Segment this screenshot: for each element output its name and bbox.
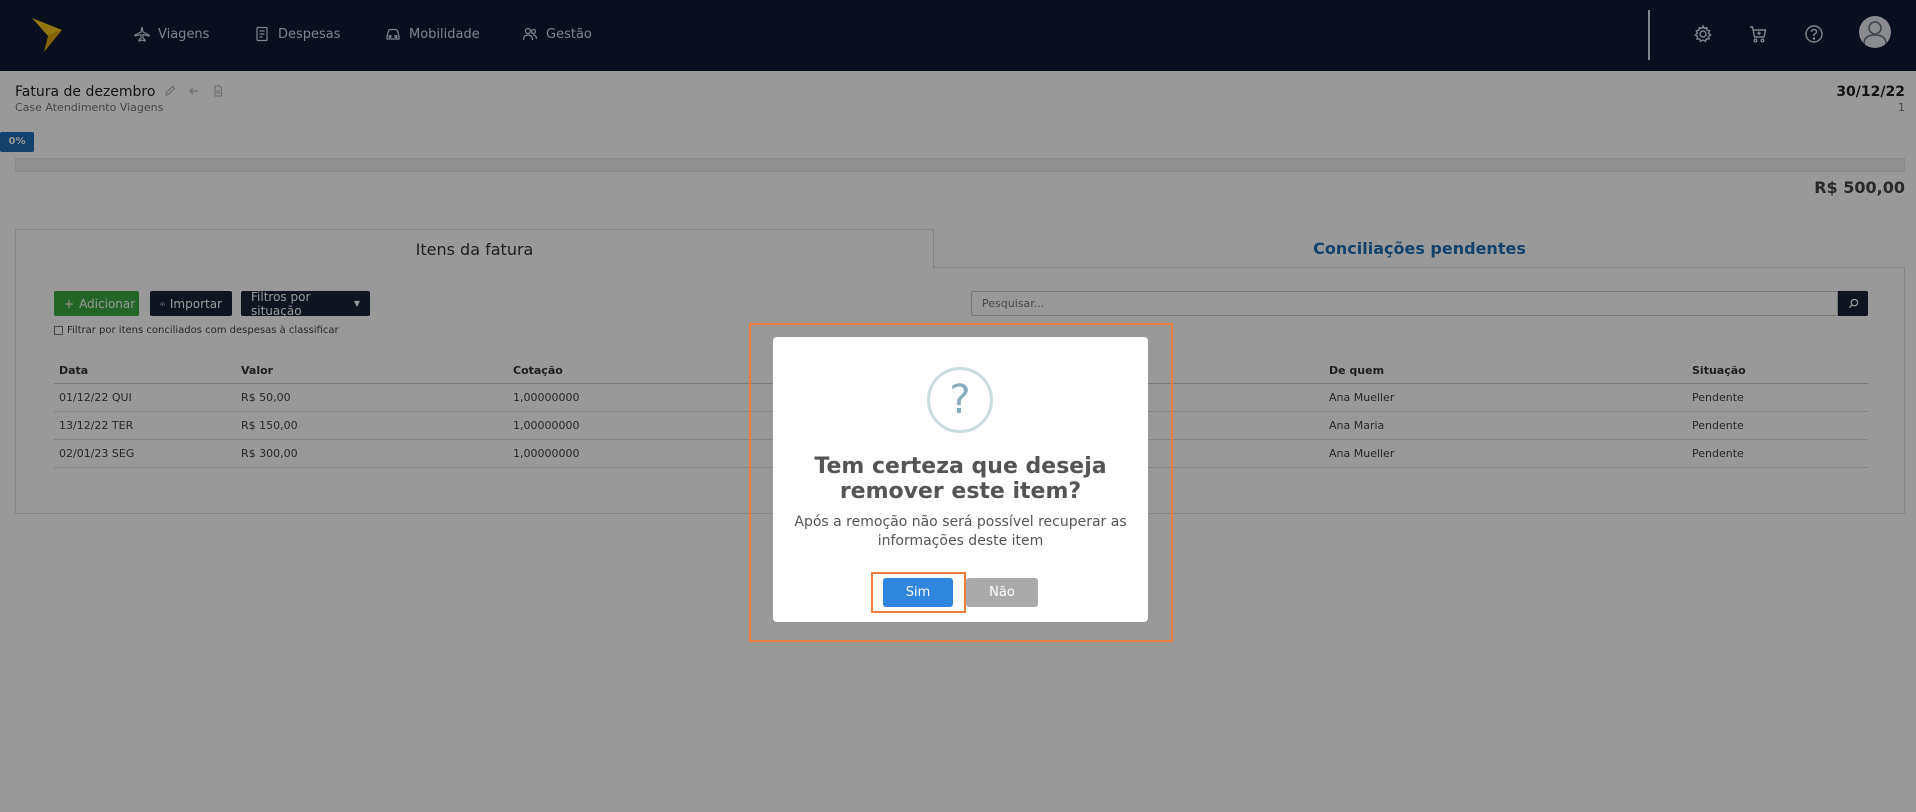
highlight-frame-yes-button <box>871 572 966 613</box>
dialog-title-line1: Tem certeza que deseja <box>814 454 1107 479</box>
dialog-title-line2: remover este item? <box>839 479 1082 504</box>
dialog-title: Tem certeza que deseja remover este item… <box>773 454 1148 504</box>
question-icon: ? <box>927 367 993 433</box>
dialog-message: Após a remoção não será possível recuper… <box>794 514 1127 549</box>
confirm-no-button[interactable]: Não <box>966 578 1038 607</box>
